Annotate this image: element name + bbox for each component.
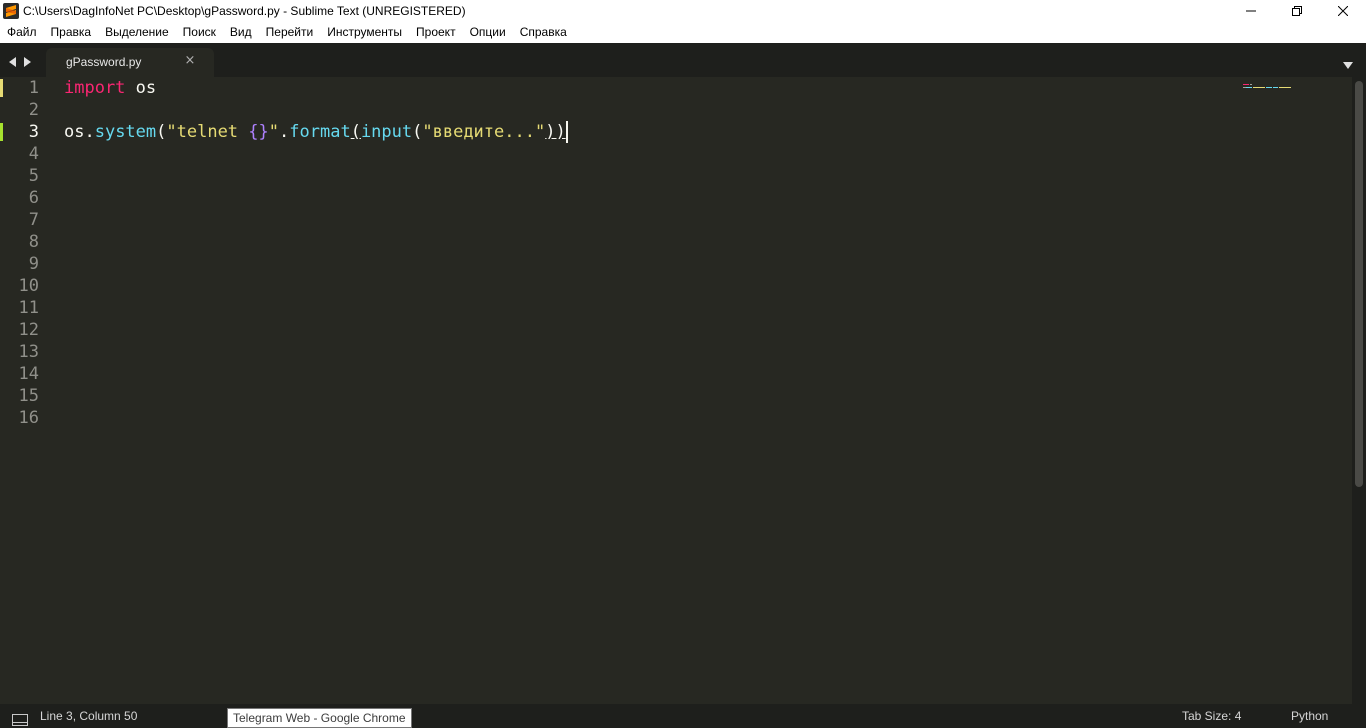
- menu-find[interactable]: Поиск: [176, 22, 223, 43]
- window-controls: [1228, 0, 1366, 22]
- title-bar: C:\Users\DagInfoNet PC\Desktop\gPassword…: [0, 0, 1366, 22]
- line-number: 4: [28, 144, 39, 164]
- menu-tools[interactable]: Инструменты: [320, 22, 409, 43]
- editor-area[interactable]: 1 2 3 4 5 6 7 8 9 10 11 12 13 14 15 16 i…: [0, 77, 1352, 704]
- object-token: os.: [64, 122, 95, 142]
- line-number: 7: [28, 210, 39, 230]
- function-token: format: [289, 122, 351, 142]
- string-token: "telnet: [166, 122, 249, 142]
- tab-gpassword-py[interactable]: gPassword.py ×: [46, 48, 214, 77]
- line-number: 2: [28, 100, 39, 120]
- line-number-gutter: 1 2 3 4 5 6 7 8 9 10 11 12 13 14 15 16: [0, 77, 56, 704]
- menu-goto[interactable]: Перейти: [259, 22, 321, 43]
- close-icon[interactable]: [1320, 0, 1366, 22]
- line-number: 10: [18, 276, 39, 296]
- status-bar: Line 3, Column 50 Tab Size: 4 Python: [0, 704, 1366, 728]
- close-icon[interactable]: ×: [183, 54, 197, 68]
- line-number: 15: [18, 386, 39, 406]
- tab-navigation: [8, 53, 32, 72]
- menu-bar: Файл Правка Выделение Поиск Вид Перейти …: [0, 22, 1366, 43]
- paren-token: (: [156, 122, 167, 142]
- function-token: system: [94, 122, 157, 142]
- line-number: 8: [28, 232, 39, 252]
- menu-preferences[interactable]: Опции: [463, 22, 513, 43]
- taskbar-tooltip: Telegram Web - Google Chrome: [227, 708, 412, 728]
- line-number: 5: [28, 166, 39, 186]
- code-line-3[interactable]: os.system("telnet {}".format(input("введ…: [64, 121, 568, 143]
- closing-paren-token: )): [545, 122, 566, 142]
- line-number: 1: [28, 78, 39, 98]
- arrow-right-icon[interactable]: [23, 53, 32, 72]
- function-token: input: [360, 122, 413, 142]
- line-number: 14: [18, 364, 39, 384]
- string-token: "введите...": [422, 122, 546, 142]
- chevron-down-icon[interactable]: [1342, 55, 1354, 74]
- arrow-left-icon[interactable]: [8, 53, 17, 72]
- line-number: 13: [18, 342, 39, 362]
- window-title: C:\Users\DagInfoNet PC\Desktop\gPassword…: [23, 4, 466, 18]
- line-number: 16: [18, 408, 39, 428]
- line-number: 9: [28, 254, 39, 274]
- menu-edit[interactable]: Правка: [44, 22, 99, 43]
- line-number: 6: [28, 188, 39, 208]
- module-token: os: [125, 78, 157, 98]
- syntax-setting[interactable]: Python: [1291, 709, 1328, 723]
- dot-token: .: [279, 122, 290, 142]
- tab-label: gPassword.py: [66, 55, 142, 69]
- line-number: 11: [18, 298, 39, 318]
- scrollbar-thumb[interactable]: [1355, 81, 1363, 487]
- text-cursor: [565, 121, 568, 143]
- code-line-1[interactable]: import os: [64, 77, 156, 99]
- menu-help[interactable]: Справка: [513, 22, 574, 43]
- vertical-scrollbar[interactable]: [1352, 77, 1366, 704]
- matched-paren-token: (: [350, 122, 361, 142]
- tab-bar: gPassword.py ×: [0, 43, 1366, 77]
- restore-icon[interactable]: [1274, 0, 1320, 22]
- menu-file[interactable]: Файл: [0, 22, 44, 43]
- cursor-position[interactable]: Line 3, Column 50: [40, 709, 137, 723]
- menu-project[interactable]: Проект: [409, 22, 463, 43]
- sublime-text-icon: [3, 3, 19, 19]
- tab-size-setting[interactable]: Tab Size: 4: [1182, 709, 1241, 723]
- menu-selection[interactable]: Выделение: [98, 22, 176, 43]
- line-number: 12: [18, 320, 39, 340]
- string-token: ": [268, 122, 280, 142]
- minimap[interactable]: [1243, 77, 1293, 88]
- panel-toggle-icon[interactable]: [12, 711, 28, 728]
- placeholder-token: {}: [248, 122, 269, 142]
- minimize-icon[interactable]: [1228, 0, 1274, 22]
- menu-view[interactable]: Вид: [223, 22, 259, 43]
- line-number-active: 3: [28, 122, 39, 142]
- keyword-token: import: [64, 78, 126, 98]
- paren-token: (: [412, 122, 423, 142]
